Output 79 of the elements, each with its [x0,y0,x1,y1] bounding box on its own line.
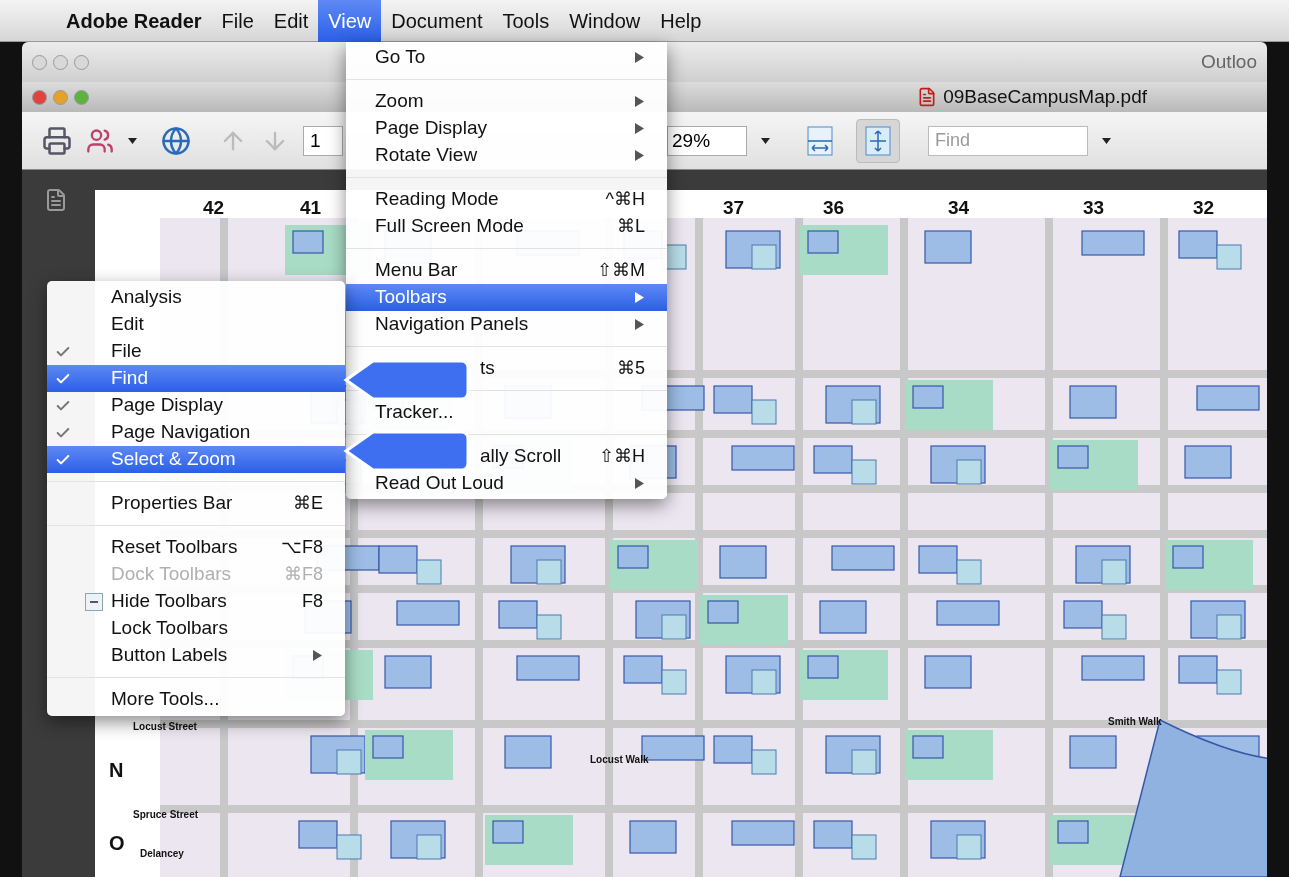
window-control-icon[interactable] [53,54,68,70]
street-label: Spruce Street [133,808,199,822]
map-grid-label: 36 [823,196,845,220]
menu-title[interactable]: File [211,0,264,42]
shortcut-label: ⌘F8 [284,563,323,586]
menu-item[interactable]: Full Screen Mode ⌘L [346,213,667,240]
shortcut-label: ⌘E [293,492,323,515]
window-control-icon[interactable] [32,89,47,105]
menu-item[interactable]: ts ⌘5 [346,355,667,382]
shortcut-label: ⌘L [617,215,645,238]
window-control-icon[interactable] [74,54,89,70]
menu-item[interactable]: Edit [47,311,345,338]
menu-item[interactable]: Page Display [47,392,345,419]
menu-item[interactable]: Page Display [346,115,667,142]
menu-title[interactable]: Help [650,0,712,42]
menu-item[interactable]: Hide Toolbars F8 [47,588,345,615]
menu-item[interactable]: Properties Bar ⌘E [47,490,345,517]
menu-item[interactable]: Find [47,365,345,392]
map-grid-label: O [109,831,125,856]
menu-item[interactable]: Page Navigation [47,419,345,446]
menu-item[interactable]: Reset Toolbars ⌥F8 [47,534,345,561]
shortcut-label: ⇧⌘M [597,259,645,282]
window-title: Outloo [1201,49,1257,74]
people-icon[interactable] [86,126,114,155]
map-grid-label: 33 [1083,196,1105,220]
map-grid-label: 42 [203,196,225,220]
menu-title[interactable]: Edit [263,0,319,42]
pages-panel-icon[interactable] [44,188,68,212]
window-control-icon[interactable] [53,89,68,105]
menu-item[interactable]: Toolbars [346,284,667,311]
menu-item[interactable]: Zoom [346,88,667,115]
print-icon[interactable] [42,125,72,156]
menu-title[interactable]: Window [559,0,651,42]
menu-item[interactable]: File [47,338,345,365]
menu-item[interactable]: Go To [346,44,667,71]
window-title: 09BaseCampusMap.pdf [943,84,1147,109]
menu-item[interactable]: Analysis [47,284,345,311]
menu-item[interactable]: Button Labels [47,642,345,669]
shortcut-label: ^⌘H [605,188,645,211]
menu-item[interactable]: Tracker... [346,399,667,426]
shortcut-label: ⌥F8 [281,536,323,559]
street-label: Locust Walk [590,753,649,767]
map-grid-label: 32 [1193,196,1215,220]
minus-box-icon [85,592,103,611]
street-label: Smith Walk [1108,715,1162,729]
menu-item[interactable]: More Tools... [47,686,345,713]
map-grid-label: N [109,758,124,783]
map-grid-label: 41 [300,196,322,220]
fit-page-button[interactable] [856,118,900,163]
menu-item[interactable]: Lock Toolbars [47,615,345,642]
fit-page-icon [865,125,891,156]
dropdown-caret-icon[interactable] [1102,137,1111,144]
menu-title[interactable]: Tools [492,0,560,42]
menu-item[interactable]: Read Out Loud [346,470,667,497]
window-control-icon[interactable] [32,54,47,70]
find-field[interactable]: Find [928,125,1088,156]
window-control-icon[interactable] [74,89,89,105]
map-grid-label: 34 [948,196,970,220]
globe-icon[interactable] [161,125,191,156]
dropdown-caret-icon[interactable] [128,137,137,144]
page-number-field[interactable]: 1 [303,125,343,156]
menu-item[interactable]: Rotate View [346,142,667,169]
fit-width-icon [807,125,833,156]
street-label: Delancey [140,847,184,861]
shortcut-label: ⌘5 [617,357,645,380]
dropdown-caret-icon[interactable] [761,137,770,144]
zoom-field[interactable]: 29% [667,125,747,156]
street-label: Locust Street [133,720,197,734]
menu-item[interactable]: Navigation Panels [346,311,667,338]
pdf-file-icon [917,87,938,107]
app-menu[interactable]: Adobe Reader [56,5,212,36]
menu-title[interactable]: Document [381,0,493,42]
shortcut-label: ⇧⌘H [599,445,645,468]
menu-item[interactable]: Reading Mode ^⌘H [346,186,667,213]
menu-item[interactable]: Menu Bar ⇧⌘M [346,257,667,284]
menu-item[interactable]: Select & Zoom [47,446,345,473]
menu-title[interactable]: View [318,0,382,42]
shortcut-label: F8 [302,590,323,613]
map-grid-label: 37 [723,196,745,220]
